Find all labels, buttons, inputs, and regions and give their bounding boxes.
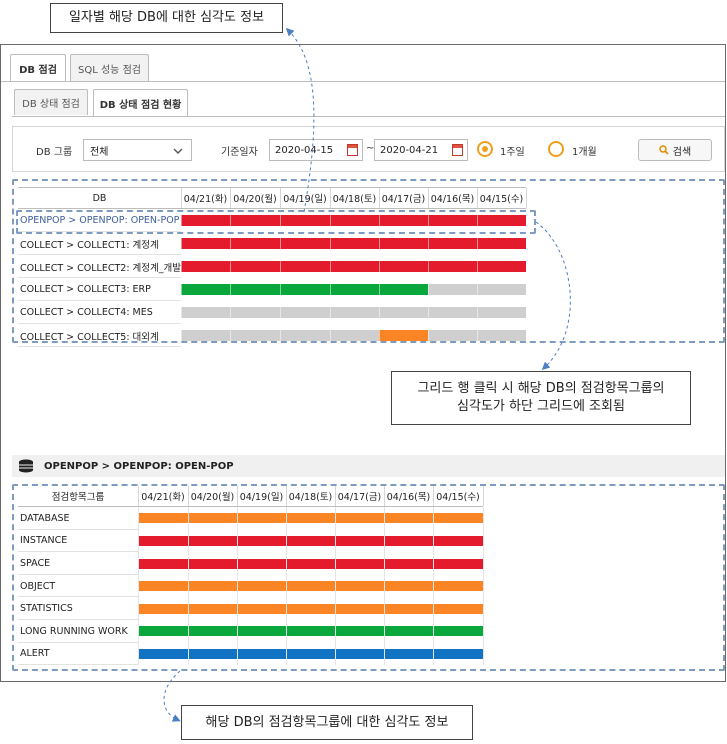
callout-bottom: 해당 DB의 점검항목그룹에 대한 심각도 정보 — [181, 705, 473, 740]
db-group-value: 전체 — [90, 146, 109, 158]
subtab-db-status-overview-label: DB 상태 점검 현황 — [99, 99, 182, 111]
table-row[interactable] — [18, 530, 483, 553]
callout-top-text: 일자별 해당 DB에 대한 심각도 정보 — [68, 10, 265, 25]
callout-bottom-text: 해당 DB의 점검항목그룹에 대한 심각도 정보 — [205, 714, 449, 730]
date-to-input[interactable]: 2020-04-21 — [374, 139, 468, 161]
date-label: 기준일자 — [221, 147, 258, 158]
subtab-db-status-check-label: DB 상태 점검 — [22, 99, 80, 110]
chevron-down-icon — [173, 148, 183, 154]
radio-1month-label: 1개월 — [572, 147, 597, 158]
radio-1month[interactable] — [548, 141, 564, 157]
date-from-input[interactable]: 2020-04-15 — [269, 139, 363, 161]
detail-title: OPENPOP > OPENPOP: OPEN-POP — [44, 460, 234, 472]
radio-1week-label: 1주일 — [500, 147, 525, 158]
table-row[interactable] — [18, 324, 526, 347]
table-row[interactable] — [18, 209, 526, 232]
detail-title-bar: OPENPOP > OPENPOP: OPEN-POP — [12, 455, 725, 477]
callout-middle-line1: 그리드 행 클릭 시 해당 DB의 점검항목그룹의 — [417, 381, 665, 396]
callout-middle: 그리드 행 클릭 시 해당 DB의 점검항목그룹의 심각도가 하단 그리드에 조… — [391, 371, 691, 425]
table-row[interactable] — [18, 232, 526, 255]
search-button[interactable]: 검색 — [638, 139, 712, 161]
date-from-value: 2020-04-15 — [275, 144, 334, 156]
db-group-label: DB 그룹 — [36, 147, 73, 158]
table-row[interactable] — [18, 301, 526, 324]
search-button-label: 검색 — [672, 146, 692, 158]
tab-sql-performance[interactable]: SQL 성능 점검 — [70, 54, 149, 82]
db-group-select[interactable]: 전체 — [83, 139, 192, 161]
table-row[interactable] — [18, 255, 526, 278]
calendar-icon[interactable] — [347, 144, 358, 156]
tab-db-check[interactable]: DB 점검 — [10, 54, 66, 82]
callout-middle-line2: 심각도가 하단 그리드에 조회됨 — [457, 399, 625, 414]
search-icon — [659, 145, 669, 155]
subtab-db-status-overview[interactable]: DB 상태 점검 현황 — [93, 89, 188, 116]
table-row[interactable] — [18, 620, 483, 643]
table-row[interactable] — [18, 575, 483, 598]
table-row[interactable] — [18, 643, 483, 666]
callout-top: 일자별 해당 DB에 대한 심각도 정보 — [50, 3, 283, 33]
table-row[interactable] — [18, 552, 483, 575]
date-to-value: 2020-04-21 — [380, 144, 439, 156]
table-row[interactable] — [18, 278, 526, 301]
tab-sql-performance-label: SQL 성능 점검 — [78, 65, 141, 76]
subtab-db-status-check[interactable]: DB 상태 점검 — [14, 89, 88, 115]
tab-db-check-label: DB 점검 — [19, 65, 57, 76]
database-icon — [19, 459, 33, 473]
subtab-underline — [12, 116, 725, 117]
tab-underline — [1, 81, 725, 82]
table-row[interactable] — [18, 507, 483, 530]
radio-1week[interactable] — [477, 141, 493, 157]
table-row[interactable] — [18, 597, 483, 620]
calendar-icon[interactable] — [452, 144, 463, 156]
